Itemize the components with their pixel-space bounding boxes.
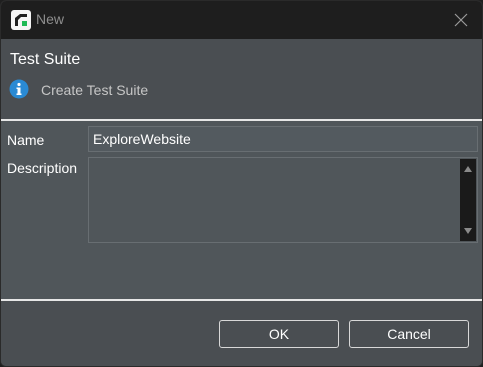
cancel-button[interactable]: Cancel [349,320,469,348]
form-panel: Name Description [1,121,482,299]
dialog-window: New Test Suite Create Test Suite Name De… [0,0,483,367]
header-title: Test Suite [10,51,81,68]
dialog-header: Test Suite Create Test Suite [1,39,482,119]
description-label: Description [7,160,78,176]
header-subtitle: Create Test Suite [41,82,149,98]
info-icon [9,79,29,99]
close-icon [454,13,468,27]
dialog-footer: OK Cancel [1,301,482,366]
scroll-down-arrow-icon[interactable] [463,227,473,235]
description-textarea[interactable] [88,157,478,243]
ok-button[interactable]: OK [219,320,339,348]
name-label: Name [7,132,45,148]
name-input[interactable] [88,126,478,152]
window-title: New [36,11,65,27]
app-logo-icon [11,10,31,30]
description-scrollbar[interactable] [460,159,476,241]
close-button[interactable] [438,1,482,39]
title-bar[interactable]: New [1,1,482,39]
scroll-up-arrow-icon[interactable] [463,165,473,173]
